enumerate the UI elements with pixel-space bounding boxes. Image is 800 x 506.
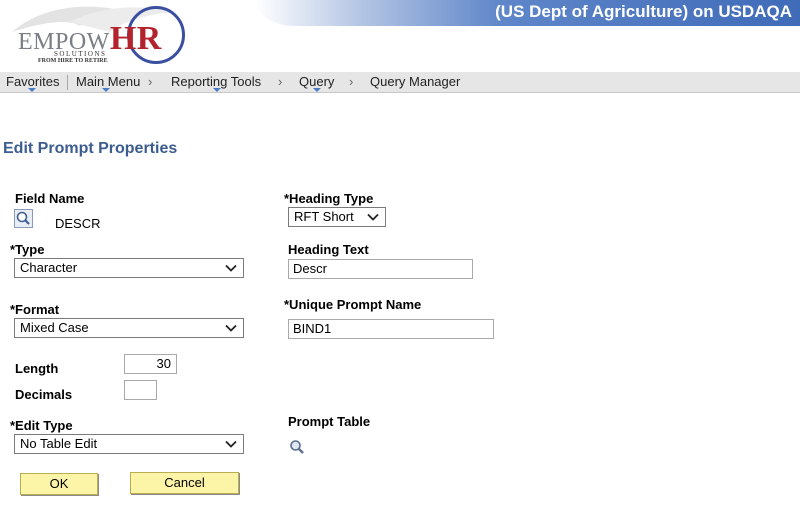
unique-prompt-name-input[interactable]: BIND1 <box>288 319 494 339</box>
prompt-table-label: Prompt Table <box>288 414 371 429</box>
nav-separator: › <box>349 74 354 89</box>
decimals-input[interactable] <box>124 380 157 400</box>
empowhr-logo: EmpowHR SOLUTIONS FROM HIRE TO RETIRE <box>10 2 185 70</box>
nav-main-menu-label: Main Menu <box>76 74 141 89</box>
ok-button[interactable]: OK <box>20 473 98 495</box>
heading-text-input[interactable]: Descr <box>288 259 473 279</box>
nav-query-manager[interactable]: Query Manager <box>370 73 460 90</box>
format-label: *Format <box>10 302 60 317</box>
heading-type-select[interactable]: RFT Short <box>288 207 386 227</box>
format-select-value: Mixed Case <box>20 320 89 335</box>
type-label: *Type <box>10 242 45 257</box>
environment-title: (US Dept of Agriculture) on USDAQA <box>495 2 792 21</box>
edit-type-select-value: No Table Edit <box>20 436 98 451</box>
decimals-label: Decimals <box>15 387 73 402</box>
nav-query-label: Query <box>299 74 335 89</box>
nav-favorites-label: Favorites <box>6 74 60 89</box>
search-icon[interactable] <box>14 209 33 228</box>
heading-text-label: Heading Text <box>288 242 369 257</box>
nav-caret-icon <box>28 88 36 92</box>
header-banner: (US Dept of Agriculture) on USDAQA Empow… <box>0 0 800 72</box>
type-select-value: Character <box>20 260 78 275</box>
nav-caret-icon <box>102 88 110 92</box>
length-label: Length <box>15 361 59 376</box>
heading-type-select-value: RFT Short <box>294 209 354 224</box>
nav-separator: › <box>148 74 153 89</box>
field-name-value: DESCR <box>55 216 101 231</box>
nav-query-manager-label: Query Manager <box>370 74 461 89</box>
heading-type-label: *Heading Type <box>284 191 374 206</box>
edit-type-label: *Edit Type <box>10 418 73 433</box>
chevron-down-icon <box>225 440 237 448</box>
edit-type-select[interactable]: No Table Edit <box>14 434 244 454</box>
nav-caret-icon <box>313 88 321 92</box>
nav-caret-icon <box>213 88 221 92</box>
cancel-button[interactable]: Cancel <box>130 472 239 494</box>
chevron-down-icon <box>225 324 237 332</box>
unique-prompt-name-label: *Unique Prompt Name <box>284 297 422 312</box>
breadcrumb-nav: Favorites Main Menu › Reporting Tools › … <box>0 72 800 93</box>
length-input[interactable]: 30 <box>124 354 177 374</box>
logo-solutions: SOLUTIONS <box>54 50 107 58</box>
page-title: Edit Prompt Properties <box>3 140 178 157</box>
banner-band: (US Dept of Agriculture) on USDAQA <box>255 0 800 26</box>
format-select[interactable]: Mixed Case <box>14 318 244 338</box>
type-select[interactable]: Character <box>14 258 244 278</box>
chevron-down-icon <box>225 264 237 272</box>
nav-reporting-tools-label: Reporting Tools <box>171 74 262 89</box>
field-name-label: Field Name <box>15 191 85 206</box>
chevron-down-icon <box>367 213 379 221</box>
nav-divider <box>67 75 68 90</box>
magnifier-icon[interactable] <box>288 438 306 456</box>
nav-separator: › <box>278 74 283 89</box>
logo-tagline: FROM HIRE TO RETIRE <box>38 58 108 64</box>
